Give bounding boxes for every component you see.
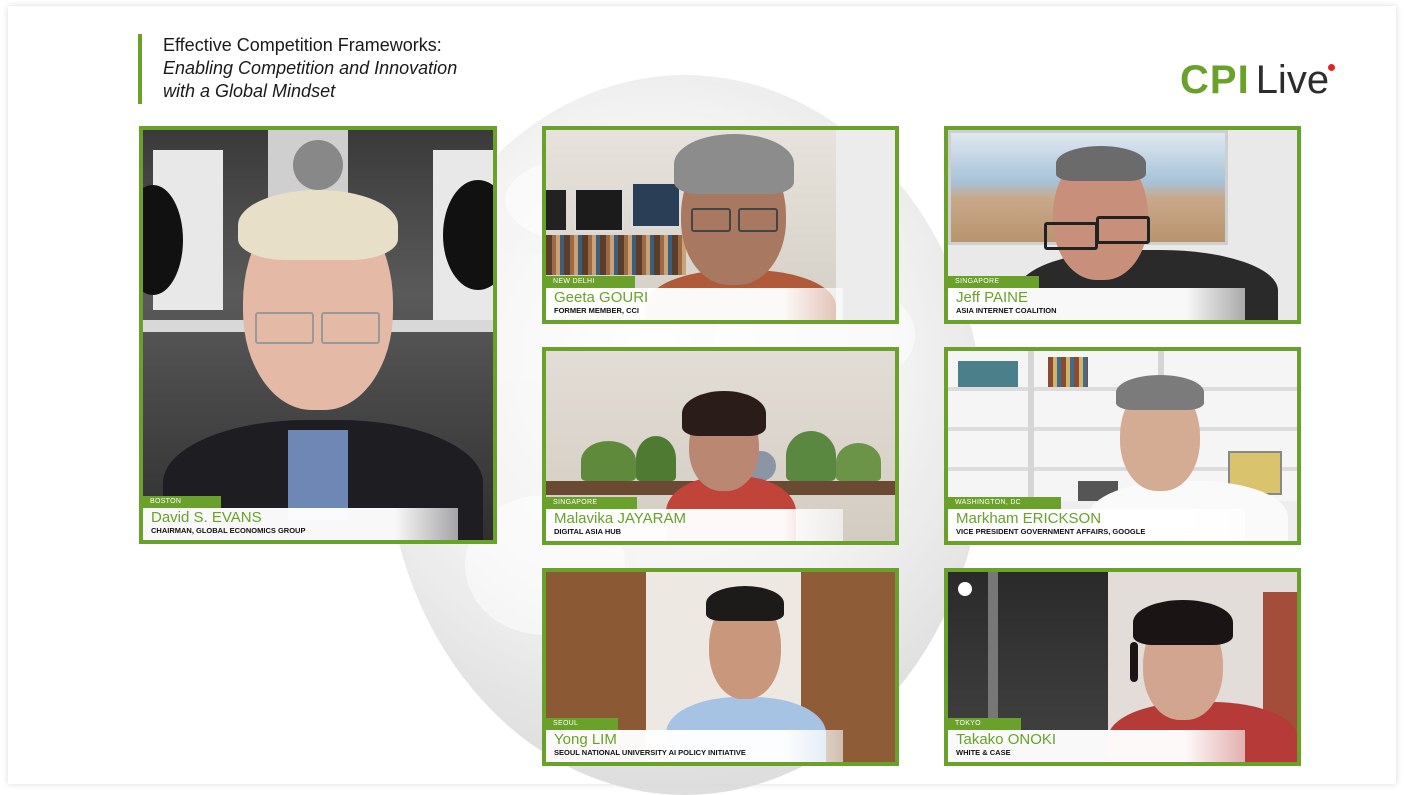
location-label: BOSTON xyxy=(143,496,222,508)
name-box: Malavika JAYARAM DIGITAL ASIA HUB xyxy=(546,509,843,541)
name-lower-third: SEOUL Yong LIM SEOUL NATIONAL UNIVERSITY… xyxy=(546,718,843,762)
participant-role: FORMER MEMBER, CCI xyxy=(554,306,639,315)
logo-suffix: Live xyxy=(1255,58,1330,102)
title-line-2: Enabling Competition and Innovation xyxy=(163,58,458,78)
video-tile-takako-onoki[interactable]: TOKYO Takako ONOKI WHITE & CASE xyxy=(944,568,1301,766)
name-box: Markham ERICKSON VICE PRESIDENT GOVERNME… xyxy=(948,509,1245,541)
participant-name: Jeff PAINE xyxy=(956,289,1028,306)
name-box: Yong LIM SEOUL NATIONAL UNIVERSITY AI PO… xyxy=(546,730,843,762)
location-label: SINGAPORE xyxy=(546,497,638,509)
participant-role: VICE PRESIDENT GOVERNMENT AFFAIRS, GOOGL… xyxy=(956,527,1146,536)
participant-name: Geeta GOURI xyxy=(554,289,649,306)
participant-name: David S. EVANS xyxy=(151,509,262,526)
participant-role: DIGITAL ASIA HUB xyxy=(554,527,622,536)
session-title: Effective Competition Frameworks: Enabli… xyxy=(138,34,538,104)
location-label: SINGAPORE xyxy=(948,276,1040,288)
name-lower-third: WASHINGTON, DC Markham ERICKSON VICE PRE… xyxy=(948,497,1245,541)
title-line-1: Effective Competition Frameworks: xyxy=(163,35,442,55)
participant-name: Yong LIM xyxy=(554,731,617,748)
name-lower-third: NEW DELHI Geeta GOURI FORMER MEMBER, CCI xyxy=(546,276,843,320)
name-box: Geeta GOURI FORMER MEMBER, CCI xyxy=(546,288,843,320)
video-feed xyxy=(143,130,493,540)
name-lower-third: SINGAPORE Jeff PAINE ASIA INTERNET COALI… xyxy=(948,276,1245,320)
participant-name: Takako ONOKI xyxy=(956,731,1057,748)
video-tile-david-evans[interactable]: BOSTON David S. EVANS CHAIRMAN, GLOBAL E… xyxy=(139,126,497,544)
video-tile-markham-erickson[interactable]: WASHINGTON, DC Markham ERICKSON VICE PRE… xyxy=(944,347,1301,545)
video-tile-jeff-paine[interactable]: SINGAPORE Jeff PAINE ASIA INTERNET COALI… xyxy=(944,126,1301,324)
name-lower-third: TOKYO Takako ONOKI WHITE & CASE xyxy=(948,718,1245,762)
name-lower-third: BOSTON David S. EVANS CHAIRMAN, GLOBAL E… xyxy=(143,496,458,540)
location-label: NEW DELHI xyxy=(546,276,635,288)
video-tile-geeta-gouri[interactable]: NEW DELHI Geeta GOURI FORMER MEMBER, CCI xyxy=(542,126,899,324)
participant-name: Markham ERICKSON xyxy=(956,510,1102,527)
title-line-3: with a Global Mindset xyxy=(163,81,336,101)
video-tile-malavika-jayaram[interactable]: SINGAPORE Malavika JAYARAM DIGITAL ASIA … xyxy=(542,347,899,545)
participant-name: Malavika JAYARAM xyxy=(554,510,686,527)
logo-brand: CPI xyxy=(1180,58,1250,102)
participant-role: WHITE & CASE xyxy=(956,748,1011,757)
name-lower-third: SINGAPORE Malavika JAYARAM DIGITAL ASIA … xyxy=(546,497,843,541)
name-box: Takako ONOKI WHITE & CASE xyxy=(948,730,1245,762)
participant-role: ASIA INTERNET COALITION xyxy=(956,306,1057,315)
location-label: SEOUL xyxy=(546,718,619,730)
video-tile-yong-lim[interactable]: SEOUL Yong LIM SEOUL NATIONAL UNIVERSITY… xyxy=(542,568,899,766)
participant-role: SEOUL NATIONAL UNIVERSITY AI POLICY INIT… xyxy=(554,748,746,757)
location-label: TOKYO xyxy=(948,718,1021,730)
location-label: WASHINGTON, DC xyxy=(948,497,1062,509)
name-box: Jeff PAINE ASIA INTERNET COALITION xyxy=(948,288,1245,320)
cpi-live-logo: CPI Live xyxy=(1180,58,1336,102)
name-box: David S. EVANS CHAIRMAN, GLOBAL ECONOMIC… xyxy=(143,508,458,540)
participant-role: CHAIRMAN, GLOBAL ECONOMICS GROUP xyxy=(151,526,306,535)
